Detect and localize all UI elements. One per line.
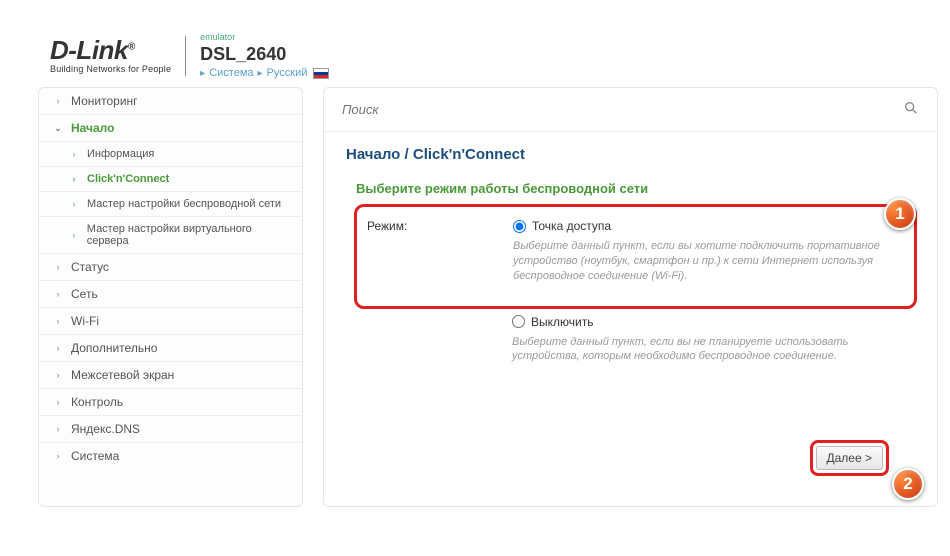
- system-link[interactable]: Система: [209, 67, 253, 79]
- sidebar-item-monitoring[interactable]: › Мониторинг: [39, 88, 302, 115]
- breadcrumb-current: Click'n'Connect: [413, 146, 525, 163]
- search-icon[interactable]: [903, 100, 919, 119]
- radio-disable-input[interactable]: [512, 315, 525, 328]
- sidebar-item-label: Wi-Fi: [71, 314, 99, 328]
- sidebar-item-label: Межсетевой экран: [71, 368, 174, 382]
- mode-label: Режим:: [363, 219, 513, 233]
- sidebar-item-network[interactable]: › Сеть: [39, 281, 302, 308]
- sidebar-item-info[interactable]: › Информация: [39, 142, 302, 167]
- sidebar-item-label: Контроль: [71, 395, 123, 409]
- model-name: DSL_2640: [200, 44, 329, 65]
- mode-highlight-box: Режим: Точка доступа Выберите данный пун…: [354, 204, 917, 309]
- next-highlight-box: Далее >: [810, 440, 890, 476]
- sidebar-item-status[interactable]: › Статус: [39, 254, 302, 281]
- sidebar: › Мониторинг ⌄ Начало › Информация › Click'n…: [38, 87, 303, 507]
- sidebar-item-label: Система: [71, 449, 119, 463]
- sidebar-item-firewall[interactable]: › Межсетевой экран: [39, 362, 302, 389]
- chevron-right-icon: ›: [53, 316, 63, 326]
- chevron-right-icon: ›: [53, 424, 63, 434]
- sidebar-item-label: Дополнительно: [71, 341, 157, 355]
- chevron-right-icon: ›: [69, 230, 79, 240]
- sidebar-item-advanced[interactable]: › Дополнительно: [39, 335, 302, 362]
- model-area: emulator DSL_2640 ▸ Система ▸ Русский: [200, 32, 329, 79]
- chevron-right-icon: ›: [53, 262, 63, 272]
- chevron-right-icon: ▸: [258, 68, 263, 79]
- chevron-right-icon: ›: [69, 149, 79, 159]
- sidebar-item-label: Сеть: [71, 287, 98, 301]
- sidebar-item-wireless-wizard[interactable]: › Мастер настройки беспроводной сети: [39, 192, 302, 217]
- header: D-Link® Building Networks for People emu…: [0, 0, 950, 87]
- breadcrumb: Начало / Click'n'Connect: [324, 132, 937, 167]
- language-link[interactable]: Русский: [267, 67, 308, 79]
- sidebar-item-label: Информация: [87, 148, 154, 160]
- sidebar-item-start[interactable]: ⌄ Начало: [39, 115, 302, 142]
- flag-ru-icon: [313, 68, 329, 79]
- brand-logo: D-Link® Building Networks for People: [50, 37, 171, 74]
- emulator-label: emulator: [200, 32, 329, 42]
- option2-area: Выключить Выберите данный пункт, если вы…: [324, 309, 937, 365]
- breadcrumb-sep: /: [405, 146, 409, 163]
- search-input[interactable]: [342, 102, 903, 117]
- annotation-badge-2: 2: [892, 468, 924, 500]
- radio-access-point[interactable]: Точка доступа: [513, 219, 902, 233]
- sidebar-item-label: Яндекс.DNS: [71, 422, 140, 436]
- option2-desc: Выберите данный пункт, если вы не планир…: [512, 335, 905, 365]
- chevron-right-icon: ›: [53, 370, 63, 380]
- brand-name: D-Link®: [50, 37, 171, 63]
- header-divider: [185, 36, 186, 76]
- chevron-right-icon: ›: [53, 96, 63, 106]
- sidebar-item-label: Мастер настройки беспроводной сети: [87, 198, 281, 210]
- radio-disable[interactable]: Выключить: [512, 315, 905, 329]
- chevron-right-icon: ›: [53, 289, 63, 299]
- sidebar-item-control[interactable]: › Контроль: [39, 389, 302, 416]
- chevron-right-icon: ›: [53, 451, 63, 461]
- next-button[interactable]: Далее >: [816, 446, 884, 470]
- radio-access-point-input[interactable]: [513, 220, 526, 233]
- chevron-right-icon: ›: [53, 343, 63, 353]
- radio-disable-label: Выключить: [531, 315, 593, 329]
- chevron-right-icon: ›: [53, 397, 63, 407]
- brand-tagline: Building Networks for People: [50, 65, 171, 74]
- sidebar-item-clicknconnect[interactable]: › Click'n'Connect: [39, 167, 302, 192]
- sidebar-item-label: Мастер настройки виртуального сервера: [87, 223, 292, 247]
- header-crumbs: ▸ Система ▸ Русский: [200, 67, 329, 79]
- section-title: Выберите режим работы беспроводной сети: [324, 167, 937, 204]
- sidebar-item-yandexdns[interactable]: › Яндекс.DNS: [39, 416, 302, 443]
- chevron-right-icon: ▸: [200, 68, 205, 79]
- breadcrumb-root[interactable]: Начало: [346, 146, 400, 163]
- chevron-down-icon: ⌄: [53, 123, 63, 134]
- sidebar-item-system[interactable]: › Система: [39, 443, 302, 469]
- sidebar-item-label: Статус: [71, 260, 109, 274]
- option1-desc: Выберите данный пункт, если вы хотите по…: [513, 239, 902, 284]
- chevron-right-icon: ›: [69, 174, 79, 184]
- sidebar-item-wifi[interactable]: › Wi-Fi: [39, 308, 302, 335]
- sidebar-item-label: Click'n'Connect: [87, 173, 169, 185]
- radio-access-point-label: Точка доступа: [532, 219, 611, 233]
- content-panel: Начало / Click'n'Connect Выберите режим …: [323, 87, 938, 507]
- sidebar-item-label: Мониторинг: [71, 94, 138, 108]
- sidebar-item-label: Начало: [71, 121, 114, 135]
- chevron-right-icon: ›: [69, 199, 79, 209]
- sidebar-item-vserver-wizard[interactable]: › Мастер настройки виртуального сервера: [39, 217, 302, 254]
- annotation-badge-1: 1: [884, 198, 916, 230]
- search-bar: [324, 88, 937, 132]
